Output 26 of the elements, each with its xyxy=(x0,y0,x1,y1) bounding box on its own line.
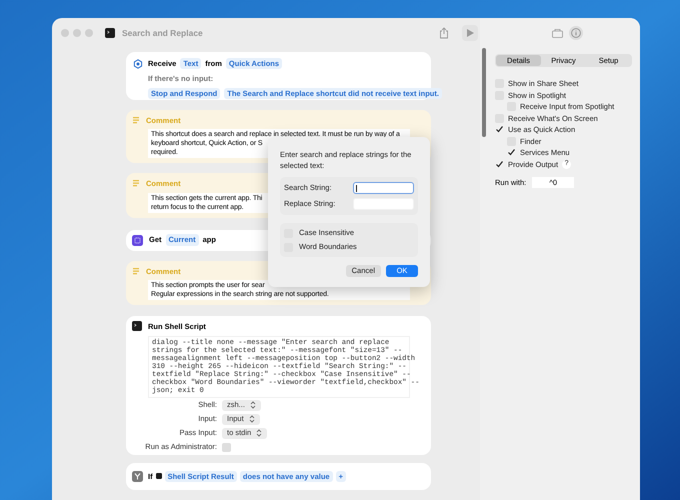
info-icon xyxy=(570,28,580,38)
zoom-button[interactable] xyxy=(85,29,93,37)
chevron-icon xyxy=(248,415,255,423)
app-icon xyxy=(132,234,143,246)
comment-icon xyxy=(133,117,140,124)
chevron-icon xyxy=(250,401,256,409)
text-cursor xyxy=(356,184,357,192)
share-icon[interactable] xyxy=(439,27,449,39)
minimize-button[interactable] xyxy=(73,29,81,37)
chevron-icon xyxy=(256,429,262,437)
text-field[interactable] xyxy=(353,182,414,194)
comment-icon xyxy=(133,180,140,188)
checkbox[interactable] xyxy=(495,160,504,169)
comment-icon xyxy=(133,268,140,275)
checkbox[interactable] xyxy=(507,148,516,158)
branch-icon xyxy=(132,470,143,482)
checkbox[interactable] xyxy=(222,442,231,452)
play-icon xyxy=(466,29,474,37)
checkmark-icon xyxy=(495,125,504,134)
scrollbar[interactable] xyxy=(482,48,486,137)
info-button[interactable] xyxy=(568,26,582,40)
run-button[interactable] xyxy=(462,25,478,41)
checkbox[interactable] xyxy=(495,125,504,134)
window-title: Search and Replace xyxy=(122,26,203,40)
hexagon-icon xyxy=(133,58,143,69)
close-button[interactable] xyxy=(61,29,69,37)
